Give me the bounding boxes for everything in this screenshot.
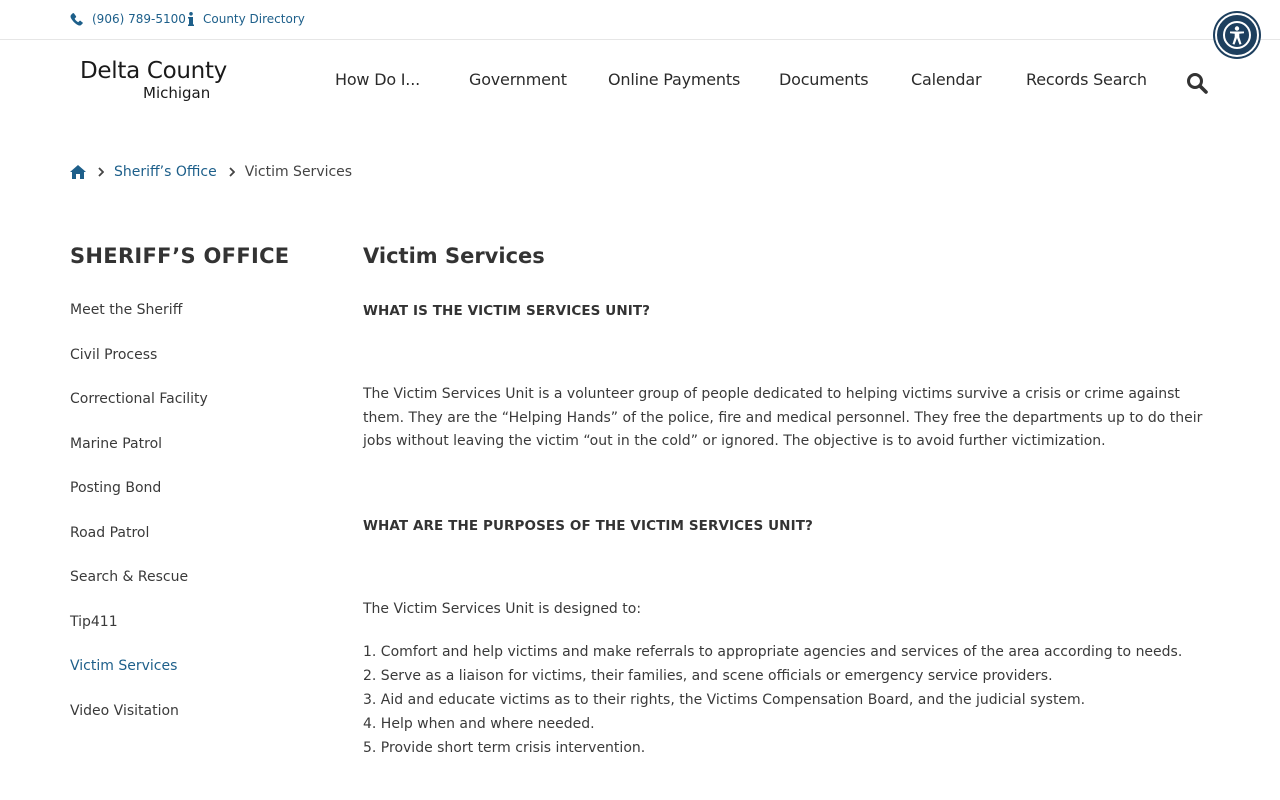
purposes-list: 1. Comfort and help victims and make ref… xyxy=(363,640,1182,760)
info-icon xyxy=(188,12,194,26)
section-heading-purposes: WHAT ARE THE PURPOSES OF THE VICTIM SERV… xyxy=(363,518,813,534)
breadcrumb: Sheriff’s Office Victim Services xyxy=(70,164,352,180)
section-paragraph-what-is: The Victim Services Unit is a volunteer … xyxy=(363,386,1203,449)
list-item: 5. Provide short term crisis interventio… xyxy=(363,740,646,756)
sidebar-item-search-rescue[interactable]: Search & Rescue xyxy=(70,555,333,600)
county-directory-link[interactable]: County Directory xyxy=(188,12,305,26)
list-item: 3. Aid and educate victims as to their r… xyxy=(363,692,1086,708)
sidebar-list: Meet the Sheriff Civil Process Correctio… xyxy=(70,288,333,733)
breadcrumb-home[interactable] xyxy=(70,165,86,179)
chevron-right-icon xyxy=(98,167,104,177)
nav-online-payments[interactable]: Online Payments xyxy=(608,70,740,89)
phone-number: (906) 789-5100 xyxy=(92,12,186,26)
sidebar-title: SHERIFF’S OFFICE xyxy=(70,244,290,268)
sidebar-item-victim-services[interactable]: Victim Services xyxy=(70,644,333,689)
section-heading-what-is: WHAT IS THE VICTIM SERVICES UNIT? xyxy=(363,303,651,319)
utility-bar: (906) 789-5100 County Directory xyxy=(0,0,1280,40)
county-directory-label: County Directory xyxy=(203,12,305,26)
sidebar-item-road-patrol[interactable]: Road Patrol xyxy=(70,511,333,556)
nav-how-do-i[interactable]: How Do I... xyxy=(335,70,420,89)
phone-link[interactable]: (906) 789-5100 xyxy=(70,12,186,26)
nav-documents[interactable]: Documents xyxy=(779,70,869,89)
page-title: Victim Services xyxy=(363,244,545,268)
logo-state-name: Michigan xyxy=(143,84,211,102)
main-nav: How Do I... Government Online Payments D… xyxy=(320,70,1200,96)
section-paragraph-purposes: The Victim Services Unit is designed to: xyxy=(363,601,642,617)
phone-icon xyxy=(70,12,83,25)
list-item: 1. Comfort and help victims and make ref… xyxy=(363,644,1183,660)
accessibility-button[interactable] xyxy=(1215,13,1259,57)
sidebar-item-civil-process[interactable]: Civil Process xyxy=(70,333,333,378)
sidebar-item-meet-the-sheriff[interactable]: Meet the Sheriff xyxy=(70,288,333,333)
sidebar: SHERIFF’S OFFICE Meet the Sheriff Civil … xyxy=(70,240,333,719)
breadcrumb-sheriffs-office[interactable]: Sheriff’s Office xyxy=(114,164,217,180)
list-item: 4. Help when and where needed. xyxy=(363,716,595,732)
logo-county-name: Delta County xyxy=(80,58,227,84)
breadcrumb-current: Victim Services xyxy=(244,164,353,180)
accessibility-icon xyxy=(1223,21,1251,49)
list-item: 2. Serve as a liaison for victims, their… xyxy=(363,668,1053,684)
nav-calendar[interactable]: Calendar xyxy=(911,70,982,89)
sidebar-item-marine-patrol[interactable]: Marine Patrol xyxy=(70,422,333,467)
home-icon xyxy=(70,165,86,179)
sidebar-item-video-visitation[interactable]: Video Visitation xyxy=(70,689,333,734)
nav-records-search[interactable]: Records Search xyxy=(1026,70,1147,89)
sidebar-item-tip411[interactable]: Tip411 xyxy=(70,600,333,645)
nav-government[interactable]: Government xyxy=(469,70,567,89)
site-logo[interactable]: Delta County Michigan xyxy=(80,58,230,104)
chevron-right-icon xyxy=(229,167,235,177)
sidebar-item-correctional-facility[interactable]: Correctional Facility xyxy=(70,377,333,422)
search-button[interactable] xyxy=(1186,72,1208,98)
search-icon xyxy=(1187,73,1208,94)
sidebar-item-posting-bond[interactable]: Posting Bond xyxy=(70,466,333,511)
